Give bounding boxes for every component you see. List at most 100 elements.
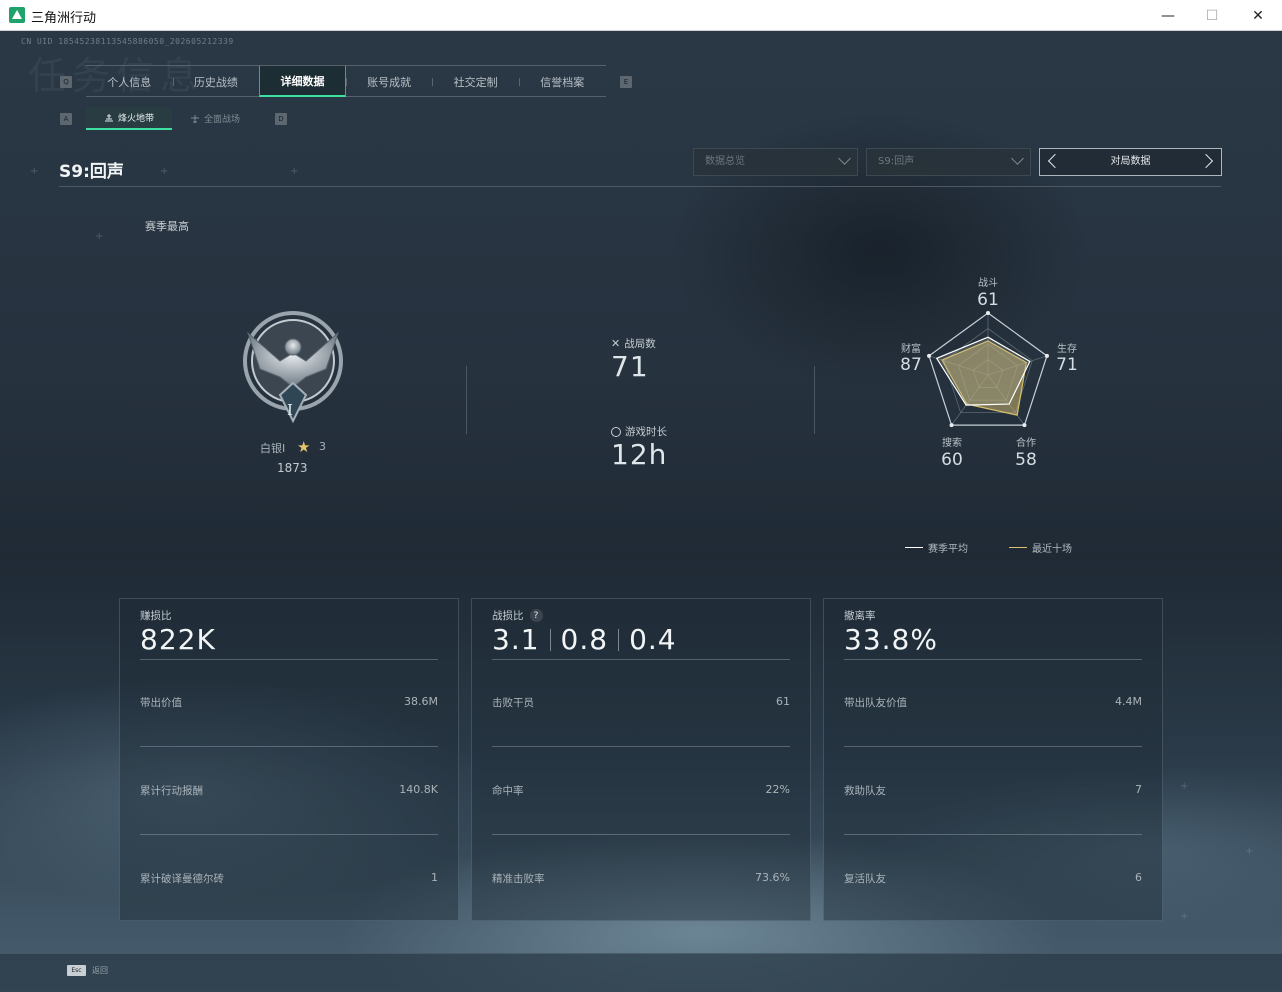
card-big-value: 3.1 0.8 0.4	[492, 623, 677, 656]
radar-label-combat: 战斗	[978, 278, 998, 289]
row-label: 带出队友价值	[844, 697, 907, 709]
back-label[interactable]: 返回	[92, 965, 108, 976]
playtime-label-text: 游戏时长	[625, 426, 667, 438]
rank-score: 1873	[277, 461, 308, 475]
card-label: 赚损比	[140, 610, 172, 622]
tab-personal-info[interactable]: 个人信息	[86, 66, 173, 97]
data-type-dropdown[interactable]: 数据总览	[693, 148, 858, 176]
playtime-value: 12h	[611, 438, 668, 471]
subtab-flame-zone-label: 烽火地带	[117, 114, 154, 124]
chevron-down-icon	[1011, 152, 1024, 165]
kd-ratio-card: 战损比 ? 3.1 0.8 0.4 击败干员 61 命中率 22% 精准击败率 …	[471, 598, 811, 921]
radar-label-coop: 合作	[1016, 438, 1036, 449]
row-label: 救助队友	[844, 785, 886, 797]
main-tabs: 个人信息 历史战绩 详细数据 账号成就 社交定制 信誉档案	[86, 65, 606, 97]
card-label-text: 战损比	[492, 610, 524, 622]
playtime-label: 游戏时长	[611, 424, 667, 439]
chevron-right-icon[interactable]	[1198, 153, 1214, 169]
tab-detailed-data[interactable]: 详细数据	[259, 66, 346, 97]
section-divider	[466, 366, 467, 434]
row-value: 140.8K	[399, 783, 438, 796]
radar-value-combat: 61	[977, 290, 999, 310]
window-title: 三角洲行动	[31, 10, 97, 25]
row-value: 38.6M	[404, 695, 438, 708]
rank-numeral: I	[287, 401, 293, 419]
legend-line-gold	[1009, 547, 1027, 548]
matches-value: 71	[611, 350, 649, 383]
header-divider	[59, 186, 1221, 187]
season-dropdown-value: S9:回声	[878, 156, 915, 167]
subtab-battlefield-label: 全面战场	[203, 115, 240, 125]
row-value: 6	[1135, 871, 1142, 884]
close-button[interactable]: ✕	[1235, 0, 1281, 31]
legend-recent-ten: 最近十场	[1009, 540, 1072, 555]
row-value: 22%	[765, 783, 790, 796]
season-best-label: 赛季最高	[145, 220, 189, 233]
row-label: 命中率	[492, 785, 524, 797]
mode-subtabs: 烽火地带 全面战场	[86, 107, 258, 130]
esc-key-hint[interactable]: Esc	[67, 965, 86, 976]
card-label: 撤离率	[844, 610, 876, 622]
tab-reputation[interactable]: 信誉档案	[518, 66, 606, 97]
extraction-rate-card: 撤离率 33.8% 带出队友价值 4.4M 救助队友 7 复活队友 6	[823, 598, 1163, 921]
stopwatch-icon	[611, 426, 621, 437]
subtab-battlefield[interactable]: 全面战场	[172, 107, 258, 130]
season-title: S9:回声	[59, 162, 124, 182]
kd-value-3: 0.4	[629, 623, 677, 656]
radar-value-search: 60	[941, 450, 963, 470]
row-value: 61	[776, 695, 790, 708]
radar-vertex-point	[986, 311, 990, 315]
rank-silver-badge-icon	[243, 311, 343, 424]
tab-match-history[interactable]: 历史战绩	[172, 66, 260, 97]
row-value: 7	[1135, 783, 1142, 796]
legend-recent-ten-label: 最近十场	[1032, 544, 1072, 555]
match-data-button[interactable]: 对局数据	[1039, 148, 1222, 176]
chevron-down-icon	[838, 152, 851, 165]
radar-vertex-point	[949, 423, 954, 428]
maximize-button[interactable]: ☐	[1189, 0, 1235, 31]
ability-radar-chart	[927, 311, 1049, 428]
row-value: 4.4M	[1115, 695, 1142, 708]
data-type-dropdown-value: 数据总览	[705, 156, 745, 167]
chevron-left-icon[interactable]	[1047, 153, 1063, 169]
row-label: 击败干员	[492, 697, 534, 709]
rank-star-count: 3	[319, 440, 326, 453]
tab-social-custom[interactable]: 社交定制	[432, 66, 519, 97]
profit-ratio-card: 赚损比 822K 带出价值 38.6M 累计行动报酬 140.8K 累计破译曼德…	[119, 598, 459, 921]
minimize-button[interactable]: —	[1145, 0, 1191, 31]
radar-label-wealth: 财富	[901, 344, 921, 355]
subtab-flame-zone[interactable]: 烽火地带	[86, 107, 172, 130]
row-label: 累计破译曼德尔砖	[140, 873, 224, 885]
radar-label-search: 搜索	[942, 438, 962, 449]
tab-achievements[interactable]: 账号成就	[345, 66, 433, 97]
matches-label-text: 战局数	[624, 338, 656, 350]
tab-prev-key-hint[interactable]: Q	[60, 76, 72, 88]
radar-value-wealth: 87	[900, 355, 922, 375]
radar-value-survival: 71	[1056, 355, 1078, 375]
user-uid: CN UID 18545238113545886050_202605212339	[21, 37, 234, 46]
section-divider	[814, 366, 815, 434]
tab-next-key-hint[interactable]: E	[620, 76, 632, 88]
card-big-value: 822K	[140, 623, 216, 656]
subtab-next-key-hint[interactable]: D	[275, 113, 287, 125]
row-value: 73.6%	[755, 871, 790, 884]
help-icon[interactable]: ?	[529, 609, 543, 622]
legend-season-average: 赛季平均	[905, 540, 968, 555]
legend-season-average-label: 赛季平均	[928, 544, 968, 555]
row-label: 精准击败率	[492, 873, 545, 885]
window-titlebar: 三角洲行动 — ☐ ✕	[0, 0, 1282, 31]
kd-value-2: 0.8	[560, 623, 609, 656]
game-viewport: 任务信息 CN UID 18545238113545886050_2026052…	[0, 31, 1282, 992]
subtab-prev-key-hint[interactable]: A	[60, 113, 72, 125]
match-data-label: 对局数据	[1110, 156, 1151, 167]
card-label: 战损比 ?	[492, 608, 543, 623]
crossed-swords-icon: ✕	[611, 337, 621, 350]
radar-vertex-point	[1022, 423, 1027, 428]
season-dropdown[interactable]: S9:回声	[866, 148, 1031, 176]
row-label: 复活队友	[844, 873, 886, 885]
row-label: 带出价值	[140, 697, 182, 709]
star-icon: ★	[297, 438, 311, 456]
matches-label: ✕ 战局数	[611, 336, 656, 351]
flame-zone-icon	[104, 113, 113, 121]
app-logo-icon	[9, 7, 25, 23]
